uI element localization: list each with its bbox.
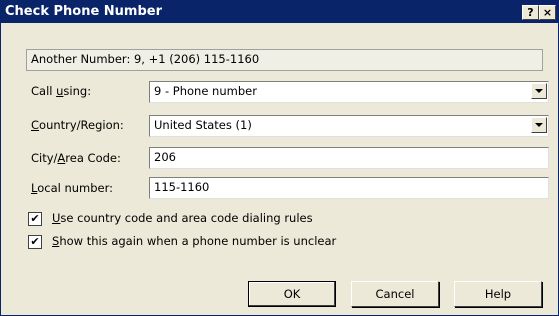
chevron-down-icon[interactable] bbox=[531, 83, 547, 99]
label-accel: C bbox=[31, 118, 40, 132]
dialing-rules-checkbox[interactable]: ✔ bbox=[28, 212, 42, 226]
label-part: ountry/Region: bbox=[39, 118, 124, 132]
check-phone-number-dialog: Check Phone Number ? × Another Number: 9… bbox=[0, 0, 559, 316]
phone-number-display: Another Number: 9, +1 (206) 115-1160 bbox=[26, 49, 543, 71]
local-number-label: Local number: bbox=[31, 181, 113, 195]
call-using-value: 9 - Phone number bbox=[154, 84, 257, 98]
chevron-down-icon[interactable] bbox=[531, 117, 547, 133]
title-bar[interactable]: Check Phone Number ? × bbox=[1, 1, 558, 23]
label-part: how this again when a phone number is un… bbox=[59, 234, 337, 248]
call-using-select[interactable]: 9 - Phone number bbox=[149, 81, 549, 103]
country-region-label: Country/Region: bbox=[31, 118, 124, 132]
show-again-checkbox[interactable]: ✔ bbox=[28, 235, 42, 249]
ok-button[interactable]: OK bbox=[248, 281, 336, 307]
close-icon[interactable]: × bbox=[539, 5, 556, 20]
call-using-label: Call using: bbox=[31, 84, 91, 98]
local-number-value: 115-1160 bbox=[154, 180, 210, 194]
phone-number-text: Another Number: 9, +1 (206) 115-1160 bbox=[31, 52, 260, 66]
area-code-input[interactable]: 206 bbox=[149, 147, 549, 169]
dialing-rules-label[interactable]: Use country code and area code dialing r… bbox=[52, 211, 313, 225]
country-region-value: United States (1) bbox=[154, 118, 252, 132]
label-part: ocal number: bbox=[37, 181, 114, 195]
label-part: rea Code: bbox=[65, 151, 121, 165]
label-part: City/ bbox=[31, 151, 58, 165]
label-part: sing: bbox=[63, 84, 92, 98]
label-part: se country code and area code dialing ru… bbox=[60, 211, 313, 225]
dialog-title: Check Phone Number bbox=[5, 4, 163, 19]
show-again-label[interactable]: Show this again when a phone number is u… bbox=[52, 234, 336, 248]
cancel-button[interactable]: Cancel bbox=[351, 281, 439, 307]
country-region-select[interactable]: United States (1) bbox=[149, 115, 549, 137]
help-icon[interactable]: ? bbox=[522, 5, 539, 20]
label-part: Call bbox=[31, 84, 57, 98]
local-number-input[interactable]: 115-1160 bbox=[149, 177, 549, 199]
help-button[interactable]: Help bbox=[454, 281, 542, 307]
area-code-label: City/Area Code: bbox=[31, 151, 121, 165]
area-code-value: 206 bbox=[154, 150, 176, 164]
